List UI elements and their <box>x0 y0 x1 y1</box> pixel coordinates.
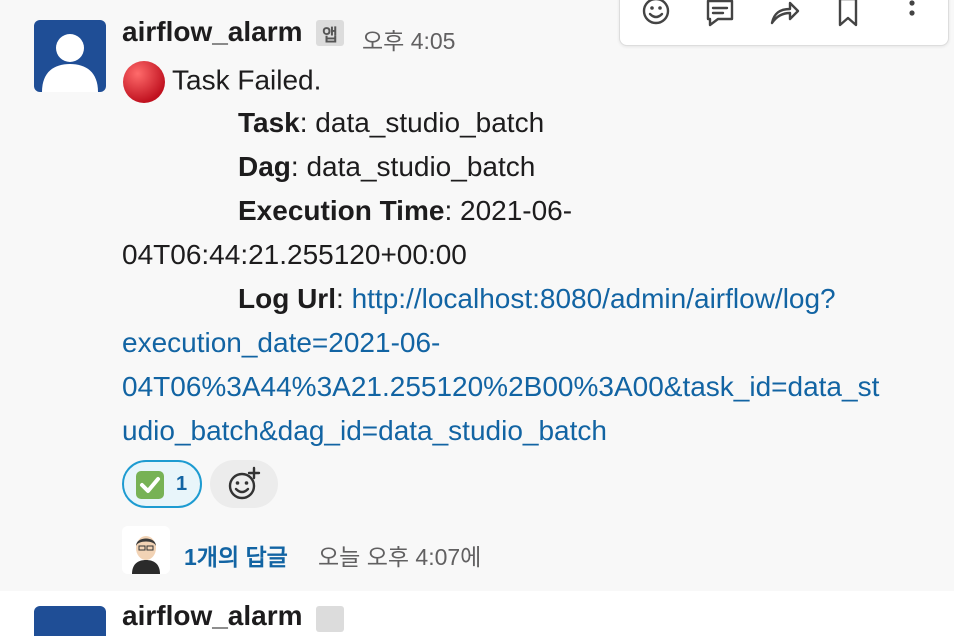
exec-value-cont: 04T06:44:21.255120+00:00 <box>122 239 467 270</box>
reaction-count: 1 <box>176 473 188 495</box>
log-url-link-line-2[interactable]: execution_date=2021-06- <box>122 327 440 359</box>
bot-avatar[interactable] <box>34 20 106 92</box>
person-silhouette-icon <box>42 34 98 92</box>
dag-label: Dag <box>238 151 291 182</box>
exec-label: Execution Time <box>238 195 445 226</box>
exec-field: Execution Time: 2021-06- <box>238 195 572 227</box>
sender-name[interactable]: airflow_alarm <box>122 16 303 48</box>
message-actions-toolbar <box>619 0 949 46</box>
status-text: Task Failed. <box>172 64 322 96</box>
add-emoji-icon <box>228 466 261 500</box>
app-badge: 앱 <box>316 20 344 46</box>
add-reaction-button[interactable] <box>210 460 278 508</box>
log-sep: : <box>336 283 352 314</box>
red-circle-icon <box>123 61 165 103</box>
task-value: : data_studio_batch <box>299 107 545 138</box>
share-message-icon[interactable] <box>764 0 804 33</box>
reaction-pill[interactable]: 1 <box>122 460 202 508</box>
dag-value: : data_studio_batch <box>290 151 536 182</box>
dag-field: Dag: data_studio_batch <box>238 151 535 183</box>
log-field: Log Url: http://localhost:8080/admin/air… <box>238 283 836 315</box>
reply-count-link[interactable]: 1개의 답글 <box>184 538 288 572</box>
message-timestamp[interactable]: 오후 4:05 <box>362 22 455 56</box>
next-app-badge <box>316 606 344 632</box>
white-check-mark-icon <box>136 471 164 499</box>
log-url-link-line-4[interactable]: udio_batch&dag_id=data_studio_batch <box>122 415 607 447</box>
next-sender-name[interactable]: airflow_alarm <box>122 600 303 632</box>
user-portrait-icon <box>122 526 170 574</box>
status-line: Task Failed. <box>122 60 321 104</box>
emoji-reaction-icon[interactable] <box>636 0 676 33</box>
log-label: Log Url <box>238 283 336 314</box>
reply-in-thread-icon[interactable] <box>700 0 740 33</box>
next-bot-avatar[interactable] <box>34 606 106 636</box>
reply-user-avatar[interactable] <box>122 526 170 574</box>
bookmark-icon[interactable] <box>828 0 868 33</box>
log-url-link[interactable]: http://localhost:8080/admin/airflow/log? <box>352 283 836 314</box>
task-label: Task <box>238 107 300 138</box>
exec-value: : 2021-06- <box>444 195 573 226</box>
reply-timestamp: 오늘 오후 4:07에 <box>318 544 482 570</box>
message-row[interactable]: airflow_alarm 앱 오후 4:05 Task Failed. Tas… <box>0 0 954 591</box>
task-field: Task: data_studio_batch <box>238 107 544 139</box>
more-actions-icon[interactable] <box>892 0 932 33</box>
log-url-link-line-3[interactable]: 04T06%3A44%3A21.255120%2B00%3A00&task_id… <box>122 371 879 403</box>
